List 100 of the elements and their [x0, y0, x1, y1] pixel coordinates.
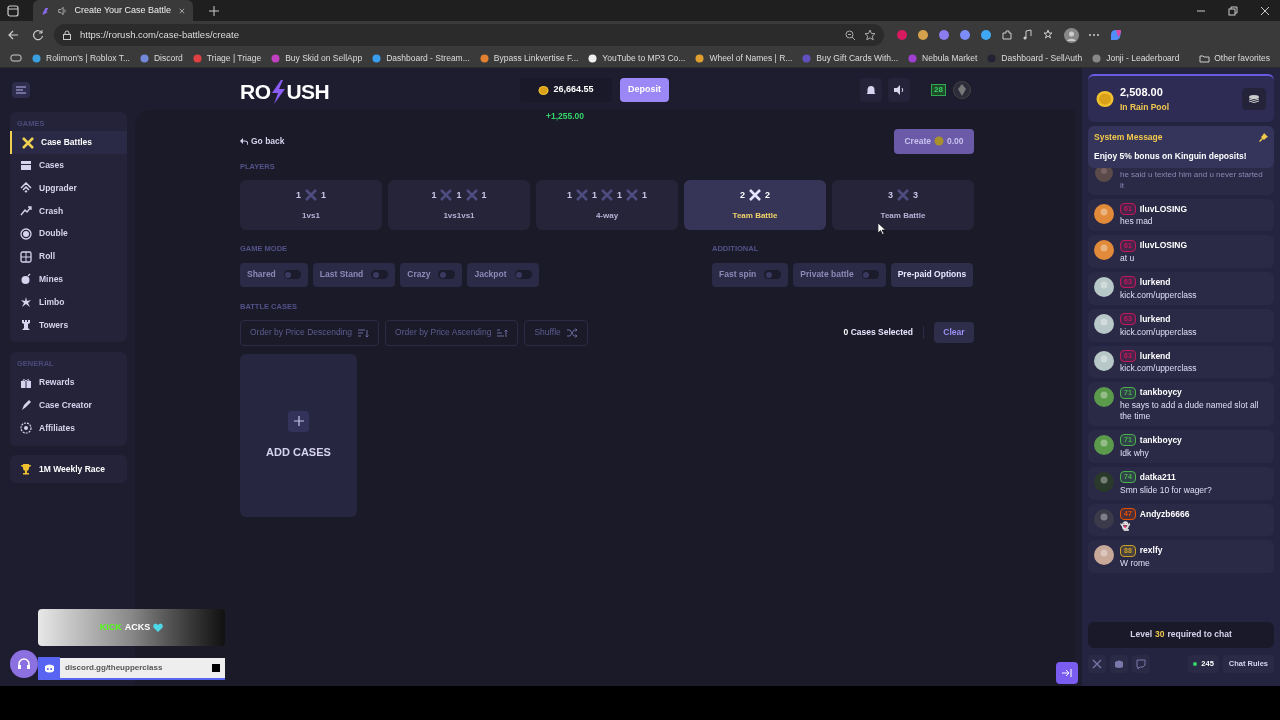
- bookmark[interactable]: Rolimon's | Roblox T...: [32, 51, 130, 65]
- bookmark[interactable]: Bypass Linkvertise F...: [479, 51, 579, 65]
- close-icon[interactable]: [1260, 5, 1270, 16]
- address-bar[interactable]: https://rorush.com/case-battles/create: [54, 24, 884, 46]
- mode-option[interactable]: Crazy: [400, 262, 463, 287]
- player-mode-card[interactable]: 1 1 1 1 4-way: [536, 180, 678, 231]
- toggle-switch[interactable]: [764, 270, 782, 279]
- swords-icon: [626, 189, 638, 202]
- team-size: 2: [765, 188, 770, 202]
- extension-icon[interactable]: [959, 29, 971, 41]
- menu-button[interactable]: [12, 82, 30, 98]
- sound-button[interactable]: [888, 78, 910, 102]
- team-size: 1: [642, 188, 648, 202]
- toggle-switch[interactable]: [861, 270, 879, 279]
- toggle-switch[interactable]: [371, 270, 389, 279]
- bookmark[interactable]: Jonji - Leaderboard: [1092, 51, 1180, 65]
- sidebar-item[interactable]: Upgrader: [10, 176, 127, 200]
- extension-icon[interactable]: [917, 29, 929, 41]
- sidebar-item[interactable]: Rewards: [10, 371, 127, 395]
- sort-ascending-icon: [497, 327, 509, 338]
- mode-option[interactable]: Jackpot: [467, 262, 539, 287]
- social-link[interactable]: [1088, 654, 1106, 673]
- user-avatar-icon: [1094, 203, 1114, 224]
- social-link[interactable]: [1110, 654, 1128, 673]
- player-mode-card[interactable]: 1 1 1 1vs1vs1: [388, 180, 530, 231]
- message-text: W rome: [1120, 558, 1151, 569]
- toggle-switch[interactable]: [438, 270, 456, 279]
- bookmark[interactable]: Dashboard - Stream...: [372, 51, 470, 65]
- collections-icon[interactable]: [10, 53, 22, 63]
- toggle-switch[interactable]: [283, 270, 301, 279]
- add-cases-card[interactable]: ADD CASES: [240, 353, 357, 517]
- option-toggle[interactable]: Fast spin: [712, 262, 789, 287]
- back-icon[interactable]: [7, 29, 19, 41]
- notifications-button[interactable]: [860, 78, 882, 102]
- option-toggle[interactable]: Private battle: [793, 262, 886, 287]
- bookmark-icon: [140, 53, 149, 63]
- sidebar-item[interactable]: Roll: [10, 245, 127, 269]
- weekly-race-link[interactable]: 1M Weekly Race: [10, 455, 127, 483]
- sidebar-item[interactable]: Double: [10, 222, 127, 246]
- sidebar-item[interactable]: Case Battles: [10, 131, 127, 155]
- user-avatar-icon: [1094, 508, 1114, 529]
- go-back-link[interactable]: Go back: [240, 134, 285, 148]
- rain-button[interactable]: [1242, 88, 1266, 110]
- trend-icon: [20, 205, 32, 218]
- extension-icon[interactable]: [980, 29, 992, 41]
- close-icon[interactable]: [179, 6, 185, 15]
- team-size: 1: [566, 188, 572, 202]
- sidebar-item[interactable]: Affiliates: [10, 416, 127, 440]
- tab-actions-icon[interactable]: [7, 4, 19, 17]
- bookmark[interactable]: Nebula Market: [908, 51, 978, 65]
- speaker-icon: [57, 4, 67, 17]
- prepaid-options-button[interactable]: Pre-paid Options: [890, 262, 974, 287]
- sidebar-item[interactable]: Towers: [10, 313, 127, 337]
- sidebar-item[interactable]: Mines: [10, 268, 127, 291]
- extension-icon[interactable]: [938, 29, 950, 41]
- mode-option[interactable]: Shared: [240, 262, 308, 287]
- gift-icon: [20, 376, 32, 389]
- reload-icon[interactable]: [32, 29, 44, 41]
- social-link[interactable]: [1132, 654, 1150, 673]
- message-text: hes mad: [1120, 216, 1154, 228]
- player-mode-card[interactable]: 1 1 1vs1: [240, 180, 382, 231]
- logo[interactable]: RO USH: [240, 76, 330, 108]
- message-text: he says to add a dude named slot all the time: [1120, 400, 1260, 422]
- team-size: 3: [913, 188, 918, 202]
- sidebar-item[interactable]: Limbo: [10, 290, 127, 314]
- x-logo-icon: [1092, 658, 1102, 669]
- collapse-chat-button[interactable]: [1056, 662, 1078, 684]
- message-text: kick.com/upperclass: [1120, 289, 1198, 301]
- profile-avatar-icon[interactable]: [1064, 27, 1079, 43]
- create-button[interactable]: Create 0.00: [894, 128, 974, 154]
- mode-option[interactable]: Last Stand: [312, 262, 396, 287]
- copilot-icon[interactable]: [1109, 28, 1123, 42]
- player-mode-card[interactable]: 2 2 Team Battle: [684, 180, 826, 231]
- bookmark[interactable]: Wheel of Names | R...: [695, 51, 793, 65]
- clear-button[interactable]: Clear: [934, 322, 974, 344]
- bookmark[interactable]: Triage | Triage: [192, 51, 262, 65]
- star-icon[interactable]: [864, 29, 876, 41]
- zoom-icon[interactable]: [845, 29, 856, 41]
- player-mode-card[interactable]: 3 3 Team Battle: [832, 180, 974, 231]
- media-icon[interactable]: [1022, 29, 1034, 41]
- bookmark[interactable]: YouTube to MP3 Co...: [588, 51, 686, 65]
- restore-icon[interactable]: [1228, 5, 1238, 16]
- new-tab-icon[interactable]: [209, 5, 219, 16]
- bookmark[interactable]: Discord: [140, 51, 183, 65]
- team-size: 3: [888, 188, 893, 202]
- other-favorites[interactable]: Other favorites: [1199, 51, 1270, 65]
- bookmark[interactable]: Dashboard - SellAuth: [987, 51, 1083, 65]
- sidebar-item[interactable]: Case Creator: [10, 394, 127, 417]
- message-text: 👻: [1120, 521, 1132, 533]
- sidebar-item[interactable]: Crash: [10, 199, 127, 223]
- profile-avatar-icon[interactable]: [953, 81, 971, 99]
- username: IluvLOSING: [1139, 202, 1188, 216]
- bookmark[interactable]: Buy Skid on SellApp: [271, 51, 363, 65]
- bookmark-icon: [32, 53, 41, 63]
- toggle-switch[interactable]: [514, 270, 532, 279]
- favorites-icon[interactable]: [1043, 29, 1055, 41]
- bookmark[interactable]: Buy Gift Cards With...: [802, 51, 899, 65]
- browser-tab[interactable]: Create Your Case Battle: [33, 0, 193, 21]
- message-text: Smn slide 10 for wager?: [1120, 484, 1213, 496]
- sidebar-item[interactable]: Cases: [10, 154, 127, 177]
